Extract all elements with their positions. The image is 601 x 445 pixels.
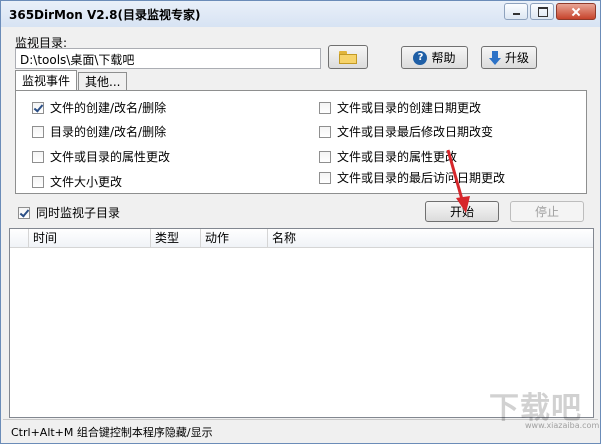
upgrade-button[interactable]: 升级: [481, 46, 537, 69]
subdir-label: 同时监视子目录: [36, 206, 121, 220]
tab-events[interactable]: 监视事件: [15, 70, 78, 90]
event-checkbox-attr-change[interactable]: 文件或目录的属性更改: [32, 148, 170, 165]
minimize-button[interactable]: [504, 3, 528, 20]
checkbox-label: 文件或目录的最后访问日期更改: [337, 171, 506, 185]
checkbox-box: [319, 171, 331, 184]
header-spacer: [10, 229, 29, 247]
checkbox-box: [18, 206, 30, 219]
browse-folder-button[interactable]: [328, 45, 368, 69]
arrow-down-icon: [488, 50, 501, 65]
table-header: 时间 类型 动作 名称: [10, 229, 593, 248]
help-button-label: 帮助: [431, 51, 456, 65]
checkbox-box: [32, 101, 44, 114]
checkbox-box: [32, 125, 44, 138]
event-checkbox-modify-date[interactable]: 文件或目录最后修改日期改变: [319, 123, 493, 140]
checkbox-label: 文件或目录的创建日期更改: [337, 101, 482, 115]
event-checkbox-access-date[interactable]: 文件或目录的最后访问日期更改: [319, 169, 505, 186]
stop-button[interactable]: 停止: [510, 201, 584, 222]
column-type[interactable]: 类型: [151, 229, 201, 247]
maximize-button[interactable]: [530, 3, 554, 20]
checkbox-box: [319, 125, 331, 138]
upgrade-button-label: 升级: [504, 51, 529, 65]
close-button[interactable]: [556, 3, 596, 20]
stop-button-label: 停止: [534, 205, 559, 219]
tab-strip: 监视事件 其他...: [15, 70, 128, 90]
app-window: 365DirMon V2.8(目录监视专家) 监视目录: D:\tools\桌面…: [0, 0, 601, 444]
start-button-label: 开始: [449, 205, 474, 219]
start-button[interactable]: 开始: [425, 201, 499, 222]
checkbox-box: [32, 150, 44, 163]
event-checkbox-create-date[interactable]: 文件或目录的创建日期更改: [319, 99, 481, 116]
subdir-checkbox[interactable]: 同时监视子目录: [18, 204, 120, 221]
checkbox-box: [319, 150, 331, 163]
column-time[interactable]: 时间: [29, 229, 151, 247]
help-button[interactable]: ? 帮助: [401, 46, 468, 69]
events-panel: 文件的创建/改名/删除 目录的创建/改名/删除 文件或目录的属性更改 文件大小更…: [15, 90, 587, 194]
window-title: 365DirMon V2.8(目录监视专家): [9, 8, 201, 22]
watermark-url: www.xiazaiba.com: [525, 421, 600, 430]
folder-icon: [339, 50, 357, 64]
help-icon: ?: [413, 50, 428, 65]
window-controls: [504, 3, 596, 20]
event-checkbox-attr-change-2[interactable]: 文件或目录的属性更改: [319, 148, 457, 165]
column-name[interactable]: 名称: [268, 229, 592, 247]
checkbox-box: [319, 101, 331, 114]
event-checkbox-size-change[interactable]: 文件大小更改: [32, 173, 122, 190]
tab-other[interactable]: 其他...: [78, 72, 128, 90]
event-checkbox-dir-create[interactable]: 目录的创建/改名/删除: [32, 123, 166, 140]
checkbox-label: 文件的创建/改名/删除: [50, 101, 167, 115]
status-text: Ctrl+Alt+M 组合键控制本程序隐藏/显示: [11, 426, 213, 439]
checkbox-label: 文件或目录最后修改日期改变: [337, 125, 494, 139]
title-bar: 365DirMon V2.8(目录监视专家): [1, 1, 600, 27]
checkbox-box: [32, 175, 44, 188]
checkbox-label: 文件或目录的属性更改: [337, 150, 458, 164]
event-checkbox-file-create[interactable]: 文件的创建/改名/删除: [32, 99, 166, 116]
checkbox-label: 文件大小更改: [50, 175, 123, 189]
checkbox-label: 目录的创建/改名/删除: [50, 125, 167, 139]
column-action[interactable]: 动作: [201, 229, 268, 247]
checkbox-label: 文件或目录的属性更改: [50, 150, 171, 164]
folder-path-input[interactable]: D:\tools\桌面\下载吧: [15, 48, 321, 69]
